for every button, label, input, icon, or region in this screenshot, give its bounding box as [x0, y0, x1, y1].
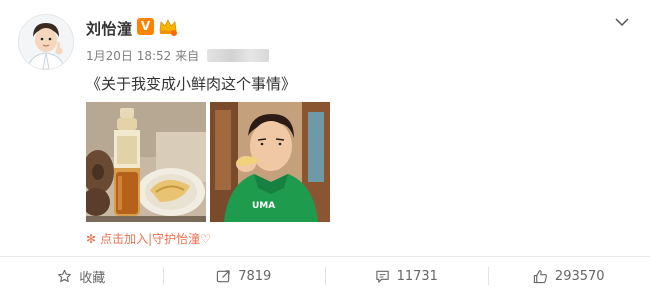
fan-club-link[interactable]: ✻ 点击加入|守护怡潼♡: [86, 230, 211, 247]
sparkle-icon: ✻: [86, 232, 97, 246]
favorite-label: 收藏: [79, 270, 106, 286]
post-source-prefix: 来自: [175, 49, 200, 63]
repost-icon: [217, 269, 230, 282]
post-image-1-illustration: [86, 102, 206, 222]
post-image-2-illustration: UMA: [210, 102, 330, 222]
comment-button[interactable]: 11731: [325, 257, 488, 295]
post-image-2[interactable]: UMA: [210, 102, 330, 222]
weibo-post-card: 刘怡潼 V 1月20日 18:52 来自 《关于我变成小鲜肉这个事情》 UMA …: [0, 0, 650, 295]
chevron-down-icon[interactable]: [614, 14, 630, 30]
thumbs-up-icon: [533, 269, 547, 283]
action-bar: 收藏 7819 11731 293570: [0, 257, 650, 295]
repost-count: 7819: [238, 268, 272, 284]
post-meta: 1月20日 18:52 来自: [86, 47, 269, 64]
svg-text:UMA: UMA: [252, 201, 275, 211]
comment-icon: [375, 270, 389, 283]
post-timestamp[interactable]: 1月20日 18:52: [86, 49, 171, 63]
like-count: 293570: [554, 268, 605, 284]
post-image-1[interactable]: [86, 102, 206, 222]
fan-club-link-text: 点击加入|守护怡潼♡: [100, 232, 211, 246]
repost-button[interactable]: 7819: [162, 257, 326, 295]
comment-count: 11731: [396, 268, 438, 284]
verified-badge-icon[interactable]: V: [137, 18, 154, 35]
avatar[interactable]: [18, 14, 74, 70]
favorite-button[interactable]: 收藏: [0, 257, 163, 295]
post-source-redacted: [206, 49, 269, 62]
author-name[interactable]: 刘怡潼: [86, 18, 133, 39]
crown-badge-icon[interactable]: [157, 16, 179, 38]
post-text: 《关于我变成小鲜肉这个事情》: [86, 75, 297, 93]
star-icon: [58, 269, 72, 282]
avatar-illustration: [19, 15, 73, 69]
like-button[interactable]: 293570: [487, 257, 650, 295]
